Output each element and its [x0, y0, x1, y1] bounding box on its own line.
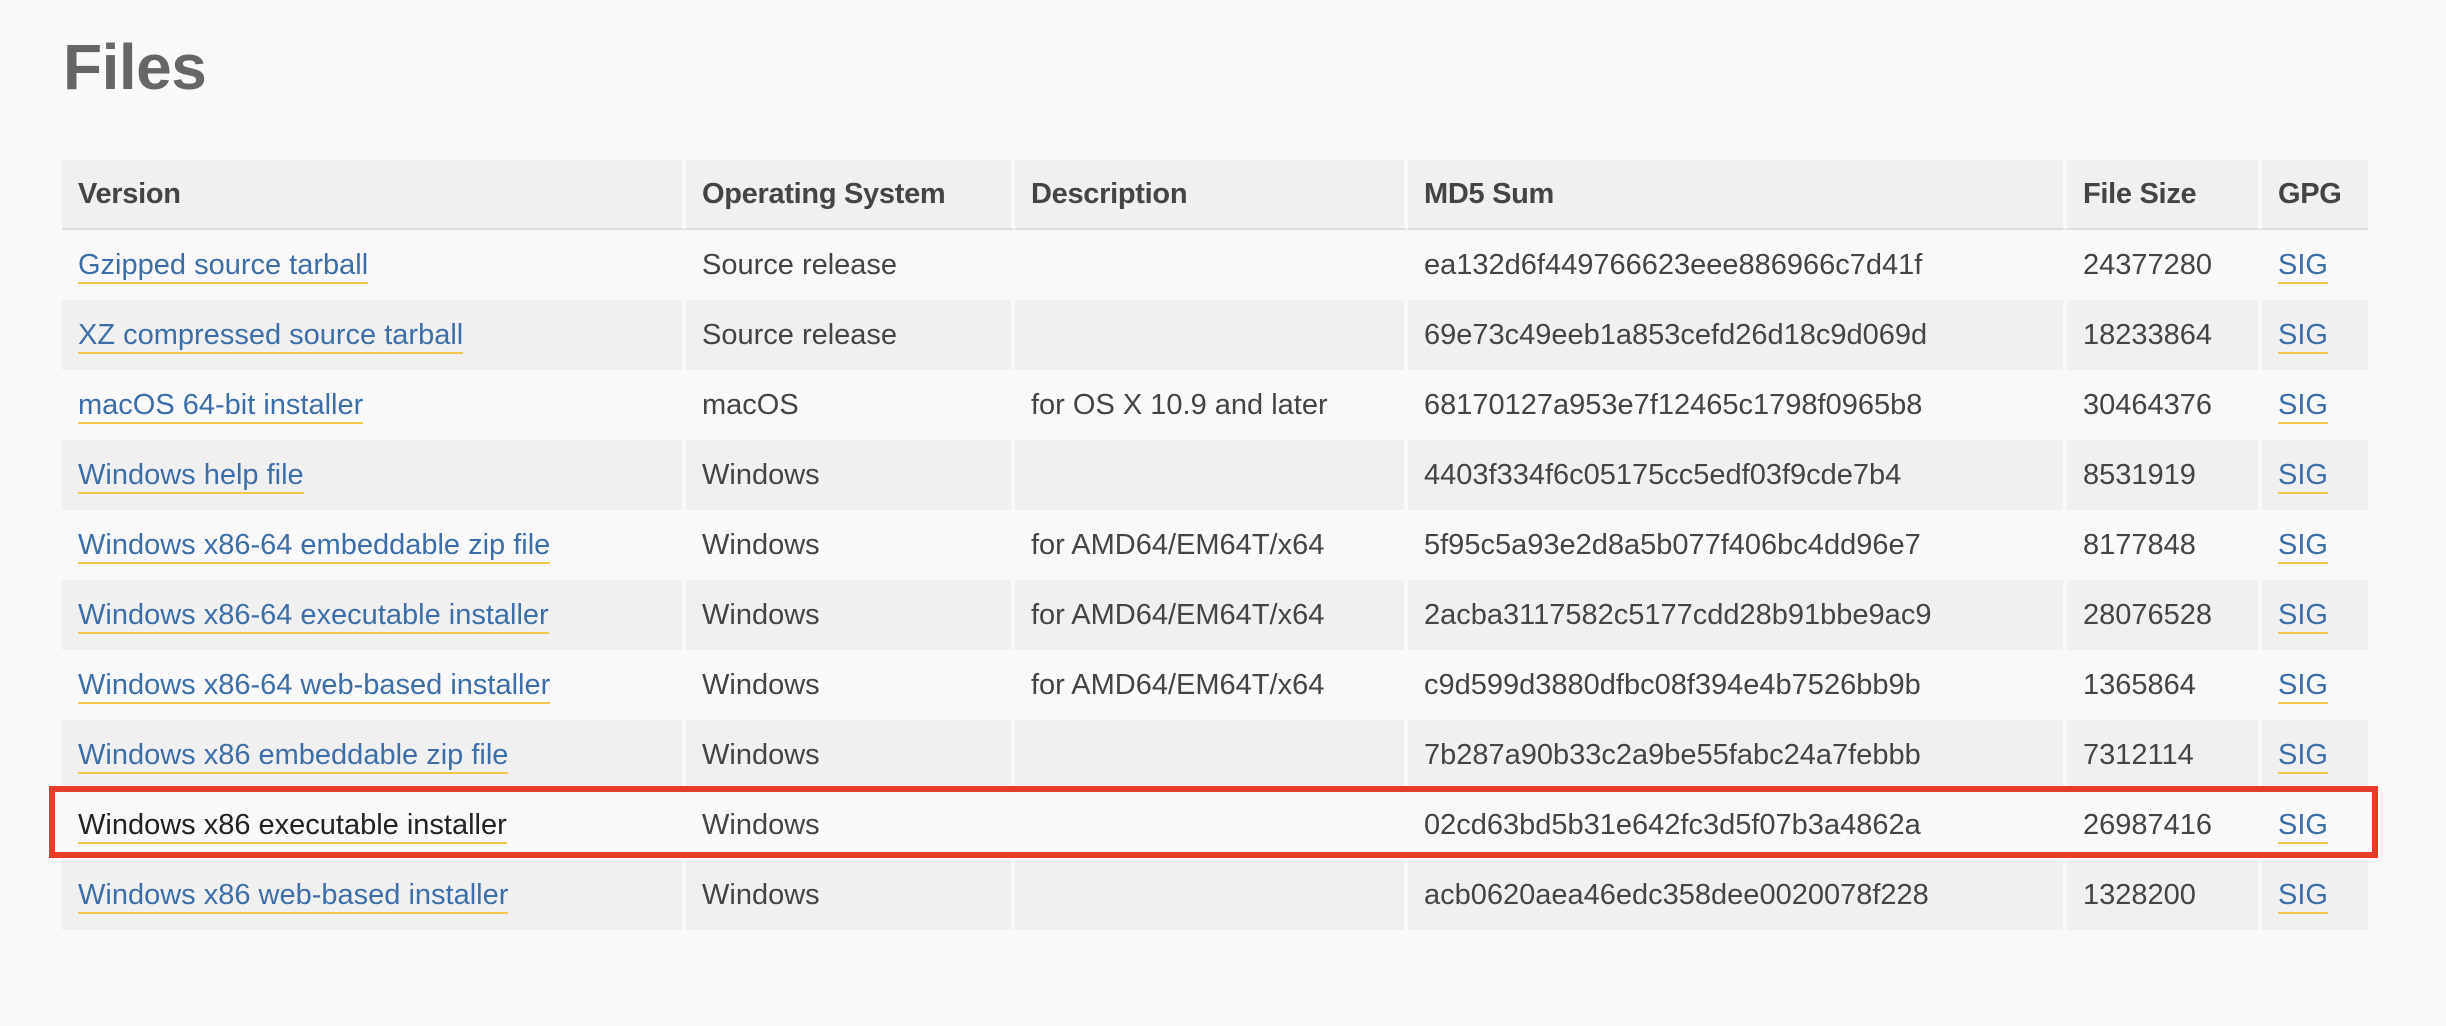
column-header-gpg: GPG	[2262, 160, 2368, 230]
description-cell: for AMD64/EM64T/x64	[1015, 510, 1408, 580]
description-cell: for AMD64/EM64T/x64	[1015, 650, 1408, 720]
column-header-version: Version	[62, 160, 686, 230]
files-table: Version Operating System Description MD5…	[62, 160, 2368, 930]
description-cell	[1015, 230, 1408, 300]
sig-link[interactable]: SIG	[2278, 458, 2328, 494]
sig-link[interactable]: SIG	[2278, 318, 2328, 354]
version-link[interactable]: Windows x86-64 web-based installer	[78, 668, 551, 704]
file-size-cell: 1328200	[2067, 860, 2262, 930]
md5-cell: 68170127a953e7f12465c1798f0965b8	[1408, 370, 2067, 440]
description-cell	[1015, 790, 1408, 860]
md5-cell: c9d599d3880dfbc08f394e4b7526bb9b	[1408, 650, 2067, 720]
version-link[interactable]: macOS 64-bit installer	[78, 388, 364, 424]
gpg-cell: SIG	[2262, 650, 2368, 720]
table-row: Windows help file Windows 4403f334f6c051…	[62, 440, 2368, 510]
table-row-highlighted: Windows x86 executable installer Windows…	[62, 790, 2368, 860]
page-title: Files	[63, 31, 207, 103]
md5-cell: 5f95c5a93e2d8a5b077f406bc4dd96e7	[1408, 510, 2067, 580]
gpg-cell: SIG	[2262, 790, 2368, 860]
version-link[interactable]: Gzipped source tarball	[78, 248, 369, 284]
table-row: Windows x86-64 web-based installer Windo…	[62, 650, 2368, 720]
gpg-cell: SIG	[2262, 440, 2368, 510]
md5-cell: 4403f334f6c05175cc5edf03f9cde7b4	[1408, 440, 2067, 510]
version-cell: macOS 64-bit installer	[62, 370, 686, 440]
md5-cell: 2acba3117582c5177cdd28b91bbe9ac9	[1408, 580, 2067, 650]
version-cell: Windows x86-64 web-based installer	[62, 650, 686, 720]
gpg-cell: SIG	[2262, 300, 2368, 370]
os-cell: Windows	[686, 720, 1015, 790]
version-cell: Windows x86-64 executable installer	[62, 580, 686, 650]
gpg-cell: SIG	[2262, 860, 2368, 930]
file-size-cell: 30464376	[2067, 370, 2262, 440]
version-cell: Windows x86 embeddable zip file	[62, 720, 686, 790]
table-row: XZ compressed source tarball Source rele…	[62, 300, 2368, 370]
md5-cell: ea132d6f449766623eee886966c7d41f	[1408, 230, 2067, 300]
file-size-cell: 1365864	[2067, 650, 2262, 720]
os-cell: Source release	[686, 230, 1015, 300]
table-row: Gzipped source tarball Source release ea…	[62, 230, 2368, 300]
description-cell	[1015, 300, 1408, 370]
description-cell	[1015, 440, 1408, 510]
sig-link[interactable]: SIG	[2278, 808, 2328, 844]
table-row: macOS 64-bit installer macOS for OS X 10…	[62, 370, 2368, 440]
os-cell: Source release	[686, 300, 1015, 370]
md5-cell: 69e73c49eeb1a853cefd26d18c9d069d	[1408, 300, 2067, 370]
version-link[interactable]: Windows x86-64 embeddable zip file	[78, 528, 551, 564]
table-row: Windows x86-64 embeddable zip file Windo…	[62, 510, 2368, 580]
gpg-cell: SIG	[2262, 580, 2368, 650]
md5-cell: acb0620aea46edc358dee0020078f228	[1408, 860, 2067, 930]
sig-link[interactable]: SIG	[2278, 598, 2328, 634]
description-cell: for OS X 10.9 and later	[1015, 370, 1408, 440]
version-cell: Gzipped source tarball	[62, 230, 686, 300]
file-size-cell: 8177848	[2067, 510, 2262, 580]
os-cell: Windows	[686, 580, 1015, 650]
os-cell: Windows	[686, 440, 1015, 510]
version-cell: Windows help file	[62, 440, 686, 510]
sig-link[interactable]: SIG	[2278, 248, 2328, 284]
version-cell: XZ compressed source tarball	[62, 300, 686, 370]
os-cell: Windows	[686, 510, 1015, 580]
version-link[interactable]: Windows x86-64 executable installer	[78, 598, 549, 634]
version-link[interactable]: Windows x86 embeddable zip file	[78, 738, 509, 774]
md5-cell: 02cd63bd5b31e642fc3d5f07b3a4862a	[1408, 790, 2067, 860]
version-link[interactable]: XZ compressed source tarball	[78, 318, 464, 354]
os-cell: macOS	[686, 370, 1015, 440]
version-cell: Windows x86 web-based installer	[62, 860, 686, 930]
version-cell: Windows x86-64 embeddable zip file	[62, 510, 686, 580]
description-cell	[1015, 860, 1408, 930]
os-cell: Windows	[686, 650, 1015, 720]
gpg-cell: SIG	[2262, 720, 2368, 790]
sig-link[interactable]: SIG	[2278, 528, 2328, 564]
os-cell: Windows	[686, 860, 1015, 930]
file-size-cell: 24377280	[2067, 230, 2262, 300]
sig-link[interactable]: SIG	[2278, 878, 2328, 914]
version-cell: Windows x86 executable installer	[62, 790, 686, 860]
gpg-cell: SIG	[2262, 510, 2368, 580]
column-header-file-size: File Size	[2067, 160, 2262, 230]
md5-cell: 7b287a90b33c2a9be55fabc24a7febbb	[1408, 720, 2067, 790]
file-size-cell: 28076528	[2067, 580, 2262, 650]
file-size-cell: 18233864	[2067, 300, 2262, 370]
gpg-cell: SIG	[2262, 370, 2368, 440]
table-row: Windows x86 web-based installer Windows …	[62, 860, 2368, 930]
version-link[interactable]: Windows x86 web-based installer	[78, 878, 509, 914]
sig-link[interactable]: SIG	[2278, 668, 2328, 704]
file-size-cell: 7312114	[2067, 720, 2262, 790]
table-header-row: Version Operating System Description MD5…	[62, 160, 2368, 230]
gpg-cell: SIG	[2262, 230, 2368, 300]
os-cell: Windows	[686, 790, 1015, 860]
table-row: Windows x86 embeddable zip file Windows …	[62, 720, 2368, 790]
description-cell	[1015, 720, 1408, 790]
sig-link[interactable]: SIG	[2278, 738, 2328, 774]
column-header-operating-system: Operating System	[686, 160, 1015, 230]
version-link[interactable]: Windows x86 executable installer	[78, 808, 507, 844]
table-row: Windows x86-64 executable installer Wind…	[62, 580, 2368, 650]
file-size-cell: 8531919	[2067, 440, 2262, 510]
sig-link[interactable]: SIG	[2278, 388, 2328, 424]
file-size-cell: 26987416	[2067, 790, 2262, 860]
version-link[interactable]: Windows help file	[78, 458, 304, 494]
description-cell: for AMD64/EM64T/x64	[1015, 580, 1408, 650]
column-header-description: Description	[1015, 160, 1408, 230]
column-header-md5-sum: MD5 Sum	[1408, 160, 2067, 230]
